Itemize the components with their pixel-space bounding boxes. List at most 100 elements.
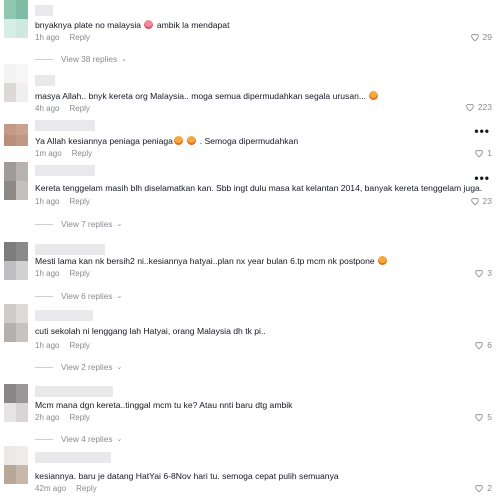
timestamp: 1h ago [35, 197, 60, 206]
username-blurred[interactable] [35, 75, 55, 86]
comment-item: bnyaknya plate no malaysia ambik la mend… [0, 0, 500, 70]
comment-meta: 4h ago Reply [35, 104, 90, 113]
like-button[interactable]: 23 [470, 196, 492, 206]
more-options-icon[interactable]: ••• [474, 172, 490, 184]
reply-button[interactable]: Reply [69, 33, 89, 42]
chevron-down-icon: ⌄ [116, 364, 123, 371]
avatar[interactable] [4, 64, 28, 102]
like-count: 223 [477, 102, 492, 112]
username-blurred[interactable] [35, 310, 93, 321]
comment-text: masya Allah.. bnyk kereta org Malaysia..… [35, 91, 379, 102]
heart-icon [470, 197, 479, 206]
view-replies-button[interactable]: View 7 replies ⌄ [35, 219, 122, 229]
avatar[interactable] [4, 242, 28, 280]
view-replies-button[interactable]: View 38 replies ⌄ [35, 54, 127, 64]
emoji-icon [187, 136, 197, 145]
comment-text: cuti sekolah ni lenggang lah Hatyai, ora… [35, 326, 266, 336]
comment-text: Ya Allah kesiannya peniaga peniaga . Sem… [35, 136, 299, 146]
view-replies-button[interactable]: View 2 replies ⌄ [35, 362, 122, 372]
divider [35, 58, 53, 60]
emoji-icon [369, 91, 379, 100]
like-button[interactable]: 2 [474, 483, 492, 493]
comment-item: kesiannya. baru je datang HatYai 6-8Nov … [0, 446, 500, 498]
timestamp: 1h ago [35, 269, 60, 278]
reply-button[interactable]: Reply [72, 149, 92, 158]
avatar[interactable] [4, 446, 28, 484]
chevron-down-icon: ⌄ [121, 56, 127, 63]
reply-button[interactable]: Reply [69, 413, 89, 422]
divider [35, 438, 53, 440]
timestamp: 1m ago [35, 149, 62, 158]
avatar[interactable] [4, 124, 28, 146]
reply-button[interactable]: Reply [69, 269, 89, 278]
more-options-icon[interactable]: ••• [474, 125, 490, 137]
heart-icon [475, 484, 484, 493]
comment-item: Mcm mana dgn kereta..tinggal mcm tu ke? … [0, 384, 500, 448]
username-blurred[interactable] [35, 120, 95, 131]
emoji-icon [378, 256, 388, 265]
like-count: 5 [487, 412, 492, 422]
username-blurred[interactable] [35, 244, 105, 255]
comment-item: Mesti lama kan nk bersih2 ni..kesiannya … [0, 242, 500, 306]
timestamp: 4h ago [35, 104, 60, 113]
like-count: 23 [482, 196, 492, 206]
comment-text: Kereta tenggelam masih blh diselamatkan … [35, 183, 483, 193]
emoji-icon [144, 20, 154, 29]
comment-item: masya Allah.. bnyk kereta org Malaysia..… [0, 64, 500, 116]
heart-icon [470, 33, 479, 42]
like-button[interactable]: 5 [474, 412, 492, 422]
heart-icon [475, 341, 484, 350]
reply-button[interactable]: Reply [69, 341, 89, 350]
like-count: 2 [487, 483, 492, 493]
comment-meta: 1m ago Reply [35, 149, 92, 158]
reply-button[interactable]: Reply [69, 104, 89, 113]
divider [35, 366, 53, 368]
emoji-icon [173, 136, 183, 145]
username-blurred[interactable] [35, 165, 95, 176]
avatar[interactable] [4, 304, 28, 342]
reply-button[interactable]: Reply [69, 197, 89, 206]
comment-text: bnyaknya plate no malaysia ambik la mend… [35, 20, 230, 30]
avatar[interactable] [4, 384, 28, 422]
like-button[interactable]: 1 [474, 148, 492, 158]
chevron-down-icon: ⌄ [116, 221, 123, 228]
view-replies-button[interactable]: View 4 replies ⌄ [35, 434, 122, 444]
username-blurred[interactable] [35, 5, 53, 16]
username-blurred[interactable] [35, 452, 111, 463]
comment-text: Mcm mana dgn kereta..tinggal mcm tu ke? … [35, 400, 293, 410]
like-count: 29 [482, 32, 492, 42]
comment-meta: 42m ago Reply [35, 484, 97, 493]
comment-text: kesiannya. baru je datang HatYai 6-8Nov … [35, 471, 339, 481]
comment-item: ••• Kereta tenggelam masih blh diselamat… [0, 162, 500, 234]
like-count: 3 [487, 268, 492, 278]
like-button[interactable]: 6 [474, 340, 492, 350]
heart-icon [475, 149, 484, 158]
chevron-down-icon: ⌄ [116, 293, 123, 300]
chevron-down-icon: ⌄ [116, 436, 123, 443]
username-blurred[interactable] [35, 386, 113, 397]
comment-meta: 1h ago Reply [35, 269, 90, 278]
like-button[interactable]: 29 [470, 32, 492, 42]
comment-meta: 2h ago Reply [35, 413, 90, 422]
heart-icon [475, 269, 484, 278]
divider [35, 295, 53, 297]
comment-text: Mesti lama kan nk bersih2 ni..kesiannya … [35, 256, 388, 267]
like-button[interactable]: 3 [474, 268, 492, 278]
heart-icon [475, 413, 484, 422]
avatar[interactable] [4, 162, 28, 200]
comment-meta: 1h ago Reply [35, 341, 90, 350]
divider [35, 223, 53, 225]
avatar[interactable] [4, 0, 28, 38]
timestamp: 2h ago [35, 413, 60, 422]
view-replies-button[interactable]: View 6 replies ⌄ [35, 291, 122, 301]
timestamp: 1h ago [35, 33, 60, 42]
comment-meta: 1h ago Reply [35, 33, 90, 42]
comment-meta: 1h ago Reply [35, 197, 90, 206]
like-count: 6 [487, 340, 492, 350]
comment-item: ••• Ya Allah kesiannya peniaga peniaga .… [0, 120, 500, 160]
heart-icon [466, 103, 474, 112]
like-button[interactable]: 223 [465, 102, 492, 112]
like-count: 1 [487, 148, 492, 158]
comment-item: cuti sekolah ni lenggang lah Hatyai, ora… [0, 304, 500, 376]
reply-button[interactable]: Reply [76, 484, 96, 493]
